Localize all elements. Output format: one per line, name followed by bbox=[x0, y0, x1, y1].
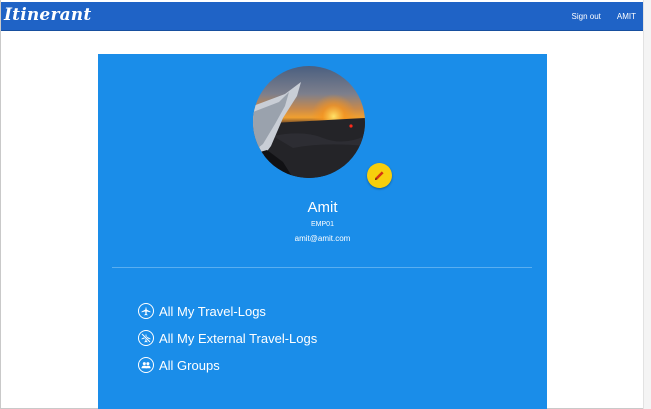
navbar-links: Sign out AMIT bbox=[572, 12, 636, 21]
brand-logo[interactable]: Itinerant bbox=[4, 5, 91, 25]
user-menu-link[interactable]: AMIT bbox=[617, 12, 636, 21]
profile-email: amit@amit.com bbox=[294, 234, 351, 243]
menu-item-travel-logs[interactable]: All My Travel-Logs bbox=[138, 302, 266, 320]
avatar-sunset-photo bbox=[253, 66, 365, 178]
menu-item-label: All Groups bbox=[159, 357, 220, 373]
group-icon bbox=[138, 357, 154, 373]
menu-item-label: All My Travel-Logs bbox=[159, 303, 266, 319]
profile-name: Amit bbox=[307, 199, 338, 216]
menu-item-external-travel-logs[interactable]: All My External Travel-Logs bbox=[138, 329, 317, 347]
top-navbar: Itinerant Sign out AMIT bbox=[1, 2, 643, 31]
vertical-scrollbar[interactable] bbox=[643, 0, 651, 409]
airplane-icon bbox=[138, 303, 154, 319]
airplane-off-icon bbox=[138, 330, 154, 346]
edit-profile-button[interactable] bbox=[367, 163, 392, 188]
avatar bbox=[253, 66, 365, 178]
sign-out-link[interactable]: Sign out bbox=[572, 12, 601, 21]
divider bbox=[112, 267, 532, 268]
menu-item-label: All My External Travel-Logs bbox=[159, 330, 318, 346]
employee-id: EMP01 bbox=[311, 221, 334, 228]
menu-item-groups[interactable]: All Groups bbox=[138, 356, 220, 374]
pencil-icon bbox=[375, 171, 384, 180]
profile-card: Amit EMP01 amit@amit.com All My Travel-L… bbox=[98, 54, 547, 409]
